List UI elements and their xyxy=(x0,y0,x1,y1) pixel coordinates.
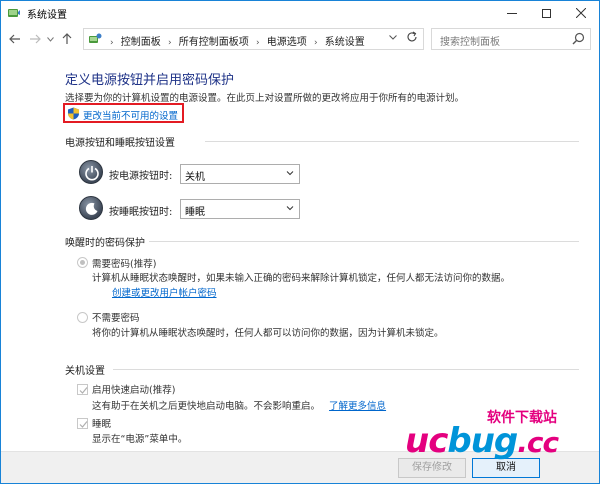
power-button-icon xyxy=(79,160,103,184)
sleep-label: 睡眠 xyxy=(92,419,112,430)
no-password-label: 不需要密码 xyxy=(92,313,140,324)
refresh-icon xyxy=(407,31,417,42)
maximize-icon xyxy=(541,8,551,18)
close-icon xyxy=(576,8,586,18)
forward-button[interactable] xyxy=(27,31,43,47)
watermark-logo-uc: uc xyxy=(405,421,448,461)
page-description: 选择要为你的计算机设置的电源设置。在此页上对设置所做的更改将应用于你所有的电源计… xyxy=(65,93,465,104)
search-placeholder: 搜索控制面板 xyxy=(440,37,500,48)
sleep-button-label: 按睡眠按钮时: xyxy=(109,207,173,218)
breadcrumb-all-items[interactable]: 所有控制面板项 xyxy=(179,37,249,48)
sleep-description: 显示在“电源”菜单中。 xyxy=(92,434,188,445)
watermark-logo-bug: bug xyxy=(447,421,518,461)
close-button[interactable] xyxy=(564,1,598,25)
power-buttons-heading: 电源按钮和睡眠按钮设置 xyxy=(65,138,175,149)
forward-arrow-icon xyxy=(30,34,41,44)
fast-startup-description: 这有助于在关机之后更快地启动电脑。不会影响重启。 了解更多信息 xyxy=(92,398,386,412)
uac-shield-icon xyxy=(68,107,79,120)
section-divider xyxy=(113,369,579,370)
section-divider xyxy=(205,141,579,142)
minimize-icon xyxy=(507,12,517,14)
change-unavailable-settings-link[interactable]: 更改当前不可用的设置 xyxy=(63,103,184,123)
control-panel-icon xyxy=(89,33,102,43)
chevron-down-icon xyxy=(389,35,397,40)
fast-startup-checkbox[interactable] xyxy=(77,384,88,395)
require-password-label: 需要密码(推荐) xyxy=(92,259,157,270)
breadcrumb-separator-icon[interactable]: › xyxy=(256,38,260,48)
sleep-button-select[interactable]: 睡眠 xyxy=(180,199,300,219)
system-settings-window: 系统设置 › 控制面板 › 所有控制面板项 › 电源选项 › 系统设置 搜索控制… xyxy=(0,0,600,484)
breadcrumb-separator-icon[interactable]: › xyxy=(168,38,172,48)
search-input[interactable]: 搜索控制面板 xyxy=(431,28,591,50)
window-title: 系统设置 xyxy=(27,10,67,21)
checkmark-icon xyxy=(79,387,88,394)
fast-startup-label: 启用快速启动(推荐) xyxy=(92,385,176,396)
sleep-button-icon xyxy=(79,196,103,220)
search-icon xyxy=(572,32,585,45)
power-button-select[interactable]: 关机 xyxy=(180,164,300,184)
power-button-label: 按电源按钮时: xyxy=(109,171,173,182)
back-arrow-icon xyxy=(9,34,20,44)
watermark-logo: ucbug.cc xyxy=(405,421,559,461)
require-password-description: 计算机从睡眠状态唤醒时，如果未输入正确的密码来解除计算机锁定，任何人都无法访问你… xyxy=(92,273,511,284)
breadcrumb-control-panel[interactable]: 控制面板 xyxy=(121,37,161,48)
power-options-app-icon xyxy=(8,9,20,17)
address-bar[interactable]: › 控制面板 › 所有控制面板项 › 电源选项 › 系统设置 xyxy=(83,28,424,50)
sleep-button-value: 睡眠 xyxy=(185,207,205,218)
require-password-radio[interactable] xyxy=(77,257,88,268)
chevron-down-icon xyxy=(286,206,294,211)
breadcrumb-power-options[interactable]: 电源选项 xyxy=(267,37,307,48)
recent-locations-button[interactable] xyxy=(45,31,55,47)
no-password-description: 将你的计算机从睡眠状态唤醒时，任何人都可以访问你的数据，因为计算机未锁定。 xyxy=(92,328,444,339)
back-button[interactable] xyxy=(7,31,23,47)
page-title: 定义电源按钮并启用密码保护 xyxy=(65,73,235,88)
breadcrumb: › 控制面板 › 所有控制面板项 › 电源选项 › 系统设置 xyxy=(106,33,365,48)
title-bar[interactable]: 系统设置 xyxy=(1,1,599,25)
up-arrow-icon xyxy=(62,33,72,44)
power-button-value: 关机 xyxy=(185,172,205,183)
site-watermark: 软件下载站 ucbug.cc xyxy=(405,405,595,475)
password-protection-heading: 唤醒时的密码保护 xyxy=(65,238,145,249)
chevron-down-icon xyxy=(286,171,294,176)
learn-more-link[interactable]: 了解更多信息 xyxy=(329,401,386,412)
main-content: 定义电源按钮并启用密码保护 选择要为你的计算机设置的电源设置。在此页上对设置所做… xyxy=(1,53,599,453)
navigation-bar: › 控制面板 › 所有控制面板项 › 电源选项 › 系统设置 搜索控制面板 xyxy=(1,25,599,53)
no-password-radio[interactable] xyxy=(77,312,88,323)
up-button[interactable] xyxy=(59,31,75,47)
checkmark-icon xyxy=(79,421,88,428)
breadcrumb-system-settings[interactable]: 系统设置 xyxy=(325,37,365,48)
breadcrumb-separator-icon: › xyxy=(110,38,114,48)
watermark-logo-cc: .cc xyxy=(517,426,559,459)
address-dropdown-button[interactable] xyxy=(389,33,397,42)
minimize-button[interactable] xyxy=(495,1,529,25)
shutdown-settings-heading: 关机设置 xyxy=(65,366,105,377)
fast-startup-desc-text: 这有助于在关机之后更快地启动电脑。不会影响重启。 xyxy=(92,401,321,412)
create-password-link[interactable]: 创建或更改用户帐户密码 xyxy=(112,285,217,299)
chevron-down-icon xyxy=(46,36,54,42)
refresh-button[interactable] xyxy=(406,31,418,46)
section-divider xyxy=(149,241,579,242)
sleep-checkbox[interactable] xyxy=(77,418,88,429)
breadcrumb-separator-icon[interactable]: › xyxy=(314,38,318,48)
change-link-label[interactable]: 更改当前不可用的设置 xyxy=(83,108,178,122)
maximize-button[interactable] xyxy=(529,1,563,25)
